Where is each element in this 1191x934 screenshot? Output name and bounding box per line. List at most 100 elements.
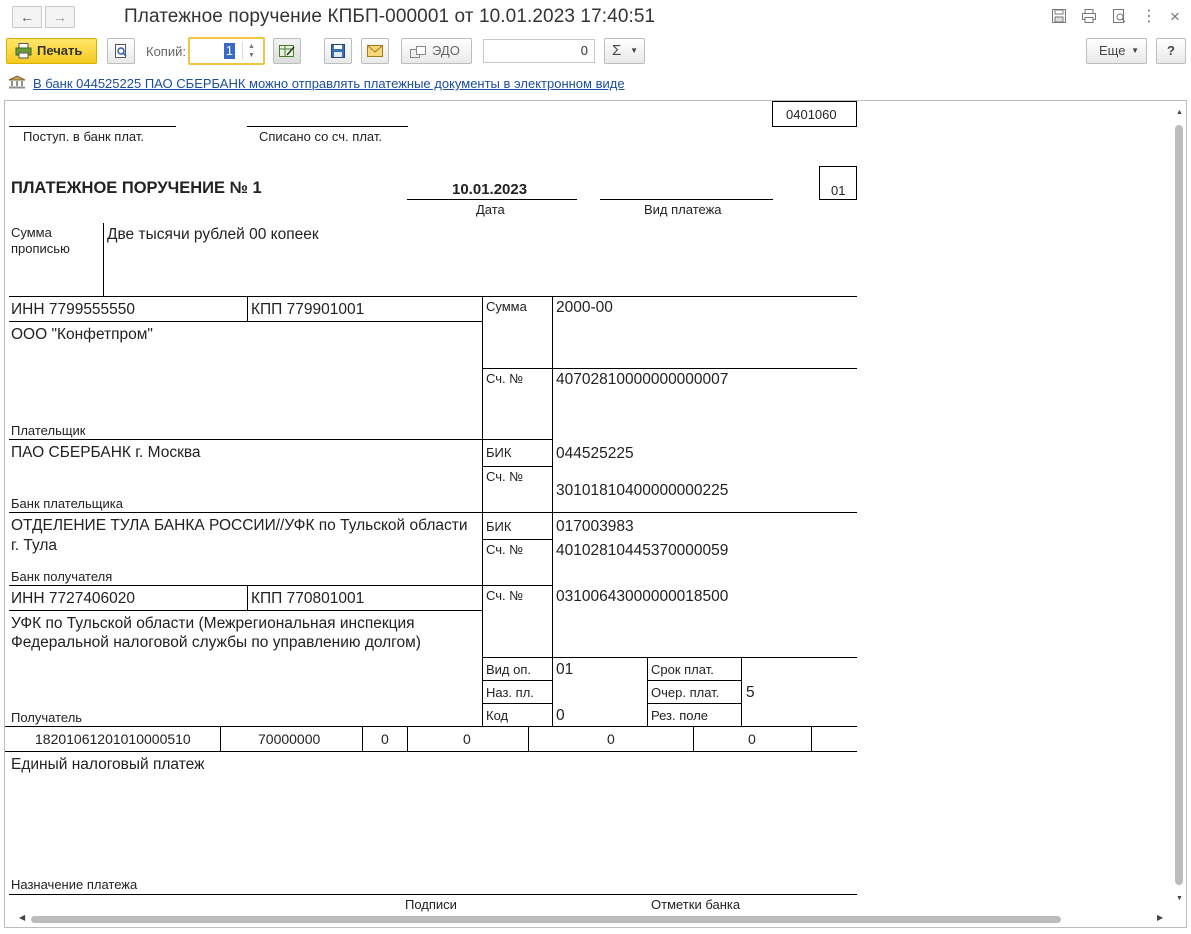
- sum-in-words: Две тысячи рублей 00 копеек: [107, 226, 319, 243]
- copies-spinner[interactable]: ▲ ▼: [242, 42, 260, 60]
- payer-bik: 044525225: [556, 445, 634, 462]
- horizontal-scrollbar[interactable]: ◀ ▶: [5, 913, 1173, 927]
- bank-icon: [8, 75, 26, 89]
- preview-button[interactable]: [107, 38, 135, 64]
- payee-account: 03100643000000018500: [556, 588, 729, 605]
- more-vert-icon[interactable]: ⋮: [1140, 8, 1158, 26]
- print-icon[interactable]: [1080, 8, 1098, 26]
- print-button[interactable]: Печать: [6, 38, 97, 64]
- status-code: 01: [831, 183, 846, 198]
- help-button[interactable]: ?: [1156, 38, 1186, 64]
- reserve-label: Рез. поле: [651, 708, 709, 723]
- signatures-label: Подписи: [405, 897, 457, 912]
- vertical-scroll-thumb[interactable]: [1175, 125, 1183, 885]
- payer-kpp: КПП 779901001: [251, 301, 365, 318]
- payee-corr-account-label: Сч. №: [486, 542, 524, 557]
- payee-name-line-2: Федеральной налоговой службы по управлен…: [11, 634, 421, 651]
- payment-purpose: Единый налоговый платеж: [11, 756, 205, 773]
- payee-bank-line-2: г. Тула: [11, 537, 58, 554]
- printer-icon: [15, 43, 32, 59]
- payee-inn: ИНН 7727406020: [11, 590, 136, 607]
- envelope-icon: [366, 45, 384, 61]
- op-type-label: Вид оп.: [486, 662, 532, 677]
- payer-corr-account-label: Сч. №: [486, 469, 524, 484]
- copies-input[interactable]: 1 ▲ ▼: [188, 37, 265, 65]
- scroll-up-icon[interactable]: ▲: [1176, 109, 1183, 116]
- field-109: 0: [748, 731, 756, 747]
- payer-label: Плательщик: [11, 423, 86, 438]
- field-108: 0: [607, 731, 615, 747]
- purpose-code-label: Наз. пл.: [486, 685, 534, 700]
- arrow-right-icon: →: [53, 9, 67, 25]
- okud-code: 0401060: [786, 107, 837, 122]
- chevron-down-icon: ▼: [630, 46, 638, 55]
- payer-bik-label: БИК: [486, 445, 512, 460]
- edit-mode-button[interactable]: [273, 38, 301, 64]
- print-button-label: Печать: [37, 43, 83, 58]
- payee-corr-account: 40102810445370000059: [556, 542, 729, 559]
- window-title: Платежное поручение КПБП-000001 от 10.01…: [124, 6, 656, 27]
- electronic-docs-link[interactable]: В банк 044525225 ПАО СБЕРБАНК можно отпр…: [33, 76, 625, 91]
- more-button[interactable]: Еще ▼: [1086, 38, 1147, 64]
- payee-account-label: Сч. №: [486, 588, 524, 603]
- payee-bank-label: Банк получателя: [11, 569, 113, 584]
- payer-corr-account: 30101810400000000225: [556, 482, 729, 499]
- term-label: Срок плат.: [651, 662, 714, 677]
- save-icon[interactable]: [1050, 8, 1068, 26]
- save-button[interactable]: [324, 38, 352, 64]
- document-date: 10.01.2023: [452, 181, 528, 198]
- vertical-scrollbar[interactable]: ▲ ▼: [1173, 101, 1186, 913]
- sum-value: 2000-00: [556, 299, 613, 316]
- preview-icon[interactable]: [1110, 8, 1128, 26]
- sum-words-label-1: Сумма: [11, 225, 52, 240]
- payee-bank-line-1: ОТДЕЛЕНИЕ ТУЛА БАНКА РОССИИ//УФК по Туль…: [11, 517, 468, 534]
- document-frame: 0401060 Поступ. в банк плат. Списано со …: [4, 100, 1187, 928]
- email-button[interactable]: [361, 38, 389, 64]
- chevron-down-icon: ▼: [1131, 46, 1139, 55]
- scroll-right-icon[interactable]: ▶: [1157, 913, 1163, 922]
- bank-marks-label: Отметки банка: [651, 897, 741, 912]
- priority: 5: [746, 684, 755, 701]
- payment-order-document: 0401060 Поступ. в банк плат. Списано со …: [5, 101, 1175, 913]
- payee-bik: 017003983: [556, 518, 634, 535]
- received-label: Поступ. в банк плат.: [23, 129, 145, 144]
- priority-label: Очер. плат.: [651, 685, 720, 700]
- copies-label: Копий:: [146, 44, 186, 59]
- code-value: 0: [556, 707, 565, 724]
- forward-button[interactable]: →: [45, 6, 75, 28]
- floppy-icon: [330, 44, 346, 62]
- payer-bank: ПАО СБЕРБАНК г. Москва: [11, 444, 201, 461]
- field-106: 0: [381, 731, 389, 747]
- payer-account-label: Сч. №: [486, 371, 524, 386]
- edo-button[interactable]: ЭДО: [401, 38, 472, 64]
- scroll-left-icon[interactable]: ◀: [19, 913, 25, 922]
- payee-kpp: КПП 770801001: [251, 590, 365, 607]
- sum-field[interactable]: 0: [483, 39, 595, 63]
- payment-type-label: Вид платежа: [644, 202, 722, 217]
- sum-words-label-2: прописью: [11, 241, 70, 256]
- scroll-down-icon[interactable]: ▼: [1176, 895, 1183, 902]
- help-icon: ?: [1167, 43, 1175, 58]
- edit-table-icon: [278, 45, 296, 62]
- payee-bik-label: БИК: [486, 519, 512, 534]
- back-button[interactable]: ←: [12, 6, 42, 28]
- debited-label: Списано со сч. плат.: [259, 129, 382, 144]
- sum-label: Сумма: [486, 299, 527, 314]
- field-107: 0: [463, 731, 471, 747]
- payee-name-line-1: УФК по Тульской области (Межрегиональная…: [11, 615, 415, 632]
- payee-label: Получатель: [11, 710, 83, 725]
- edo-icon: [410, 44, 428, 68]
- more-button-label: Еще: [1099, 43, 1126, 58]
- sum-mode-dropdown[interactable]: Σ ▼: [604, 38, 645, 64]
- close-icon[interactable]: ×: [1166, 8, 1184, 26]
- payer-account: 40702810000000000007: [556, 371, 729, 388]
- kbk: 18201061201010000510: [35, 731, 191, 747]
- sigma-icon: Σ: [612, 42, 622, 59]
- horizontal-scroll-thumb[interactable]: [31, 916, 1061, 923]
- date-label: Дата: [476, 202, 505, 217]
- copies-value: 1: [223, 43, 235, 59]
- op-type: 01: [556, 661, 574, 678]
- magnifier-page-icon: [113, 44, 129, 62]
- payer-name: ООО "Конфетпром": [11, 326, 153, 343]
- toolbar: Печать Копий: 1 ▲ ▼ ЭДО 0 Σ ▼ Еще ▼ ?: [0, 36, 1191, 68]
